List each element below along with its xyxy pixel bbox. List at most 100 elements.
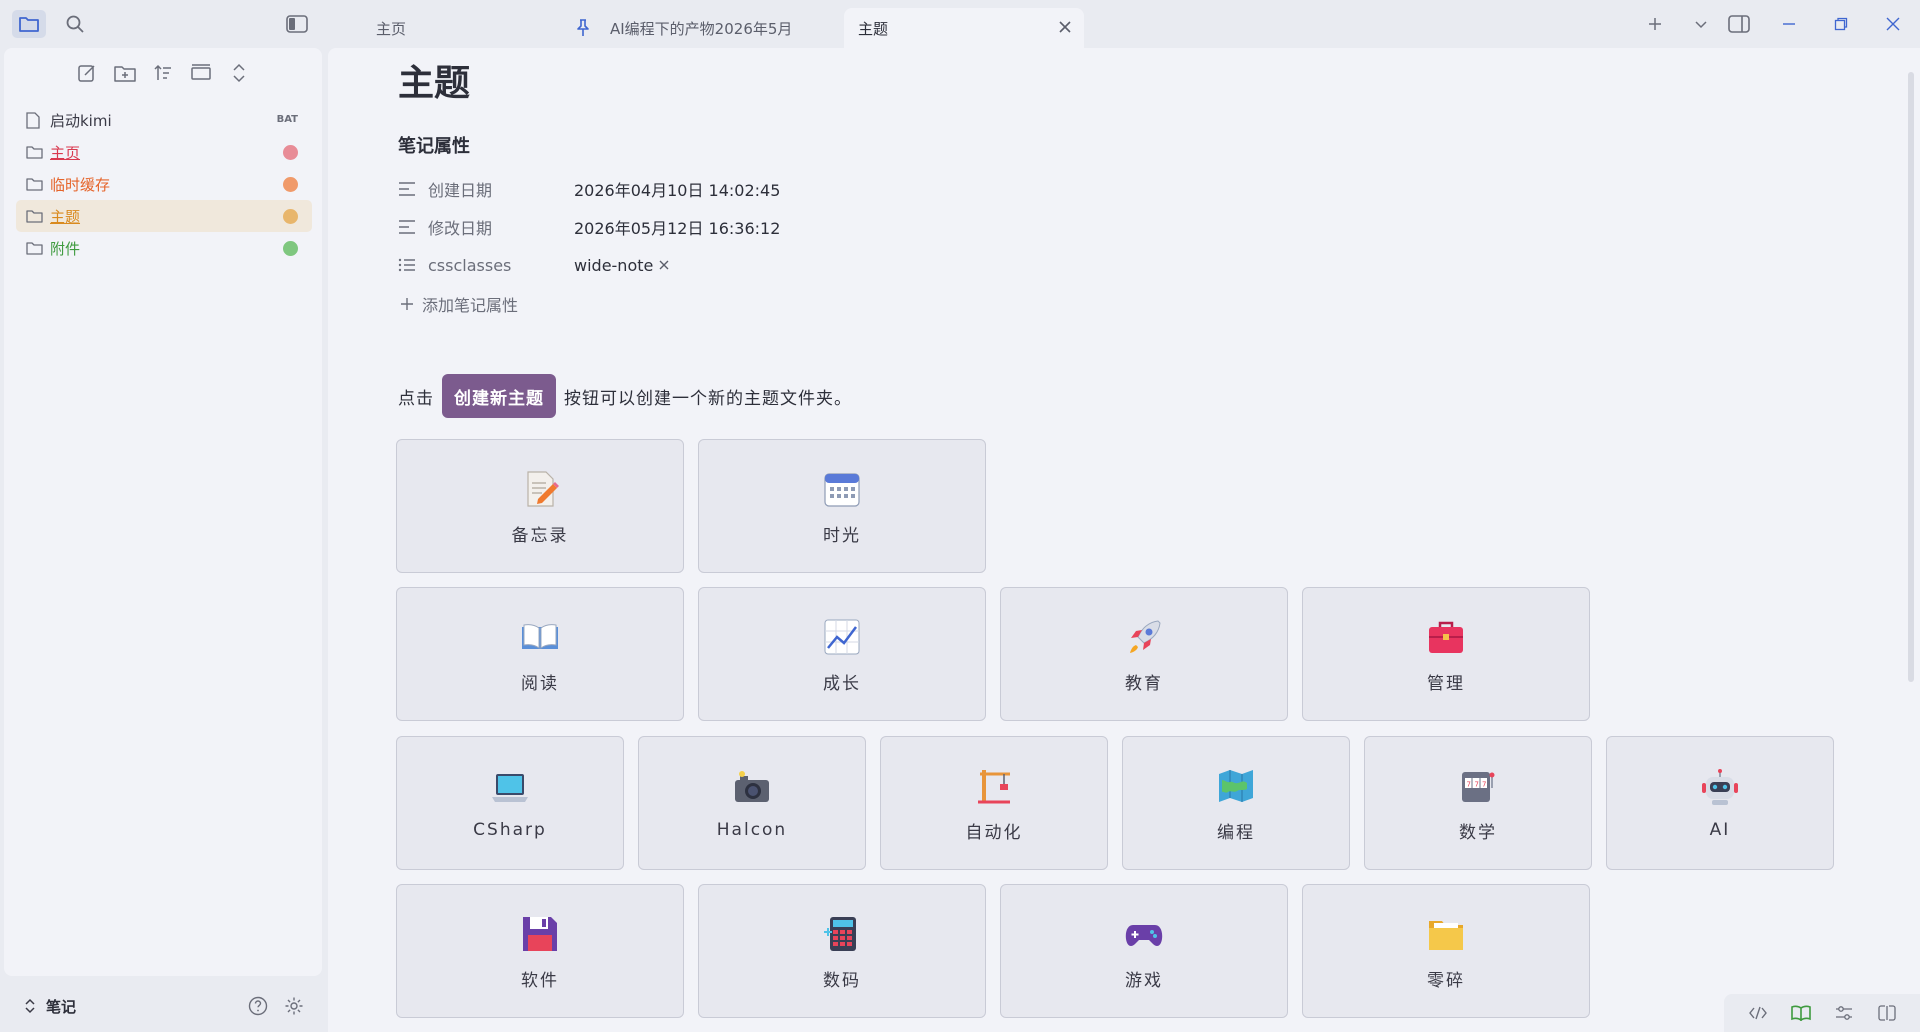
split-view-icon[interactable] <box>1876 1002 1898 1024</box>
tree-item-home[interactable]: 主页 <box>16 136 312 168</box>
new-folder-icon[interactable] <box>112 60 138 86</box>
topic-card-time[interactable]: 时光 <box>698 439 986 573</box>
vault-name: 笔记 <box>46 997 77 1016</box>
add-property-button[interactable]: 添加笔记属性 <box>400 292 518 316</box>
topic-card-programming[interactable]: 编程 <box>1122 736 1350 870</box>
topic-card-games[interactable]: 游戏 <box>1000 884 1288 1018</box>
topic-card-reading[interactable]: 阅读 <box>396 587 684 721</box>
open-book-icon <box>518 615 562 659</box>
intro-before: 点击 <box>398 388 434 409</box>
property-created-date[interactable]: 创建日期 2026年04月10日 14:02:45 <box>398 174 780 204</box>
folder-icon <box>26 175 44 193</box>
topic-card-label: 软件 <box>521 970 559 991</box>
tree-item-start-kimi[interactable]: 启动kimi BAT <box>16 104 312 136</box>
add-property-label: 添加笔记属性 <box>422 296 519 315</box>
svg-text:7: 7 <box>1482 780 1486 788</box>
window-close-icon[interactable] <box>1880 12 1906 36</box>
sidebar-toggle-icon[interactable] <box>280 10 314 38</box>
topic-card-ai[interactable]: AI <box>1606 736 1834 870</box>
topic-card-software[interactable]: 软件 <box>396 884 684 1018</box>
topic-card-management[interactable]: 管理 <box>1302 587 1590 721</box>
reading-view-icon[interactable] <box>1790 1002 1812 1024</box>
new-note-icon[interactable] <box>74 60 100 86</box>
topic-card-automation[interactable]: 自动化 <box>880 736 1108 870</box>
scrollbar[interactable] <box>1908 72 1914 682</box>
file-explorer-icon[interactable] <box>12 10 46 38</box>
property-value[interactable]: 2026年05月12日 16:36:12 <box>574 215 780 239</box>
explorer-toolbar <box>74 60 252 86</box>
folder-icon <box>26 239 44 257</box>
robot-icon <box>1698 766 1742 810</box>
property-name: 创建日期 <box>428 181 493 200</box>
memo-icon <box>518 467 562 511</box>
topic-card-math[interactable]: 777 数学 <box>1364 736 1592 870</box>
title-bar: 主页 AI编程下的产物2026年5月 主题 <box>0 0 1920 48</box>
chevron-down-icon[interactable] <box>1688 12 1714 36</box>
topic-card-digital[interactable]: 数码 <box>698 884 986 1018</box>
intro-paragraph: 点击 创建新主题 按钮可以创建一个新的主题文件夹。 <box>398 374 852 418</box>
property-value[interactable]: 2026年04月10日 14:02:45 <box>574 177 780 201</box>
briefcase-icon <box>1424 615 1468 659</box>
vault-bar: 笔记 <box>4 984 322 1028</box>
property-name: cssclasses <box>428 255 512 275</box>
text-property-icon <box>398 182 416 196</box>
tree-item-label: 附件 <box>50 239 81 258</box>
tab-topic[interactable]: 主题 <box>844 8 1084 48</box>
pin-icon <box>576 19 590 37</box>
tab-home[interactable]: 主页 <box>362 8 572 48</box>
tree-item-topic[interactable]: 主题 <box>16 200 312 232</box>
source-mode-icon[interactable] <box>1747 1002 1769 1024</box>
folder-icon <box>26 143 44 161</box>
create-topic-button[interactable]: 创建新主题 <box>442 374 556 418</box>
camera-icon <box>730 766 774 810</box>
topic-card-education[interactable]: 教育 <box>1000 587 1288 721</box>
tab-label: 主页 <box>376 19 407 38</box>
tree-item-temp-cache[interactable]: 临时缓存 <box>16 168 312 200</box>
topic-card-memo[interactable]: 备忘录 <box>396 439 684 573</box>
floppy-disk-icon <box>518 912 562 956</box>
tree-item-attachments[interactable]: 附件 <box>16 232 312 264</box>
rocket-icon <box>1122 615 1166 659</box>
tree-item-label: 启动kimi <box>50 111 112 130</box>
intro-after: 按钮可以创建一个新的主题文件夹。 <box>564 388 852 409</box>
tree-item-label: 临时缓存 <box>50 175 111 194</box>
collapse-all-icon[interactable] <box>226 60 252 86</box>
sliders-icon[interactable] <box>1833 1002 1855 1024</box>
tab-ai-product[interactable]: AI编程下的产物2026年5月 <box>562 8 842 48</box>
property-modified-date[interactable]: 修改日期 2026年05月12日 16:36:12 <box>398 212 780 242</box>
crane-icon <box>972 764 1016 808</box>
topic-card-label: Halcon <box>716 820 788 840</box>
property-tag[interactable]: wide-note <box>574 256 669 275</box>
restore-icon[interactable] <box>1828 12 1854 36</box>
help-icon[interactable] <box>246 994 270 1018</box>
close-icon[interactable] <box>1058 20 1072 38</box>
vault-switcher[interactable]: 笔记 <box>24 996 76 1017</box>
note-view: 主题 笔记属性 创建日期 2026年04月10日 14:02:45 修改日期 2… <box>328 48 1920 1032</box>
topic-card-growth[interactable]: 成长 <box>698 587 986 721</box>
properties-heading: 笔记属性 <box>398 136 470 157</box>
new-tab-icon[interactable] <box>1642 12 1668 36</box>
auto-reveal-icon[interactable] <box>188 60 214 86</box>
search-icon[interactable] <box>58 10 92 38</box>
file-type-badge: BAT <box>276 114 298 125</box>
remove-tag-icon[interactable] <box>659 260 669 270</box>
tree-item-label: 主页 <box>50 143 81 162</box>
settings-icon[interactable] <box>282 994 306 1018</box>
plus-icon <box>400 297 414 311</box>
minimize-icon[interactable] <box>1776 12 1802 36</box>
topic-card-label: 成长 <box>823 673 861 694</box>
topic-card-label: AI <box>1709 820 1731 840</box>
color-dot <box>283 209 298 224</box>
property-cssclasses[interactable]: cssclasses wide-note <box>398 250 669 280</box>
right-sidebar-toggle-icon[interactable] <box>1726 12 1752 36</box>
topic-card-csharp[interactable]: CSharp <box>396 736 624 870</box>
topic-card-halcon[interactable]: Halcon <box>638 736 866 870</box>
topic-card-label: 教育 <box>1125 673 1163 694</box>
topic-card-label: 数码 <box>823 970 861 991</box>
sort-icon[interactable] <box>150 60 176 86</box>
svg-text:7: 7 <box>1467 780 1471 788</box>
file-tree: 启动kimi BAT 主页 临时缓存 主题 附件 <box>16 104 312 264</box>
topic-card-misc[interactable]: 零碎 <box>1302 884 1590 1018</box>
tab-label: 主题 <box>858 19 889 38</box>
chevron-updown-icon <box>24 997 36 1015</box>
